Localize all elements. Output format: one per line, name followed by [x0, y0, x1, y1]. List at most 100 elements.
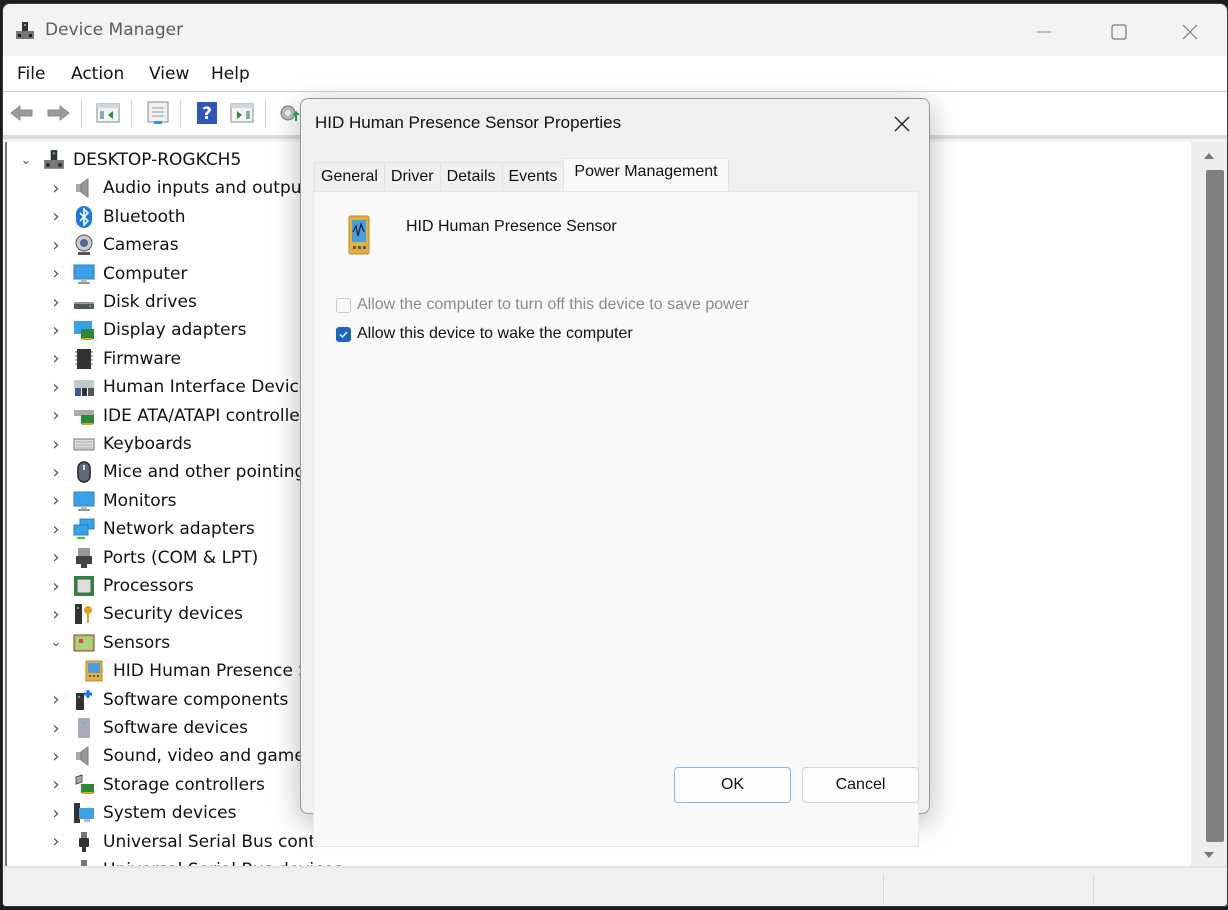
help-button[interactable]: ? — [194, 100, 220, 126]
scroll-down-arrow-icon[interactable] — [1204, 852, 1214, 858]
tree-category-item[interactable]: › Human Interface Devices — [49, 373, 318, 401]
chevron-right-icon[interactable]: › — [49, 803, 63, 824]
menu-view[interactable]: View — [149, 64, 189, 84]
tab-details[interactable]: Details — [439, 162, 503, 191]
toolbar-separator — [265, 100, 266, 128]
tab-driver[interactable]: Driver — [383, 162, 441, 191]
chevron-right-icon[interactable]: › — [49, 263, 63, 284]
presence-sensor-icon — [348, 215, 370, 255]
close-button[interactable] — [1167, 14, 1213, 50]
tree-item-label: Disk drives — [103, 292, 197, 312]
vertical-scrollbar[interactable] — [1191, 142, 1227, 867]
system-device-icon — [74, 803, 94, 824]
chevron-right-icon[interactable]: › — [49, 490, 63, 511]
title-bar: Device Manager — [3, 4, 1227, 56]
storage-controller-icon — [75, 774, 94, 794]
chevron-right-icon[interactable]: › — [49, 292, 63, 313]
chevron-right-icon[interactable]: › — [49, 235, 63, 256]
chip-icon — [75, 348, 93, 369]
chevron-right-icon[interactable]: › — [49, 576, 63, 597]
tree-category-item[interactable]: › Monitors — [49, 487, 176, 515]
tree-item-label: Network adapters — [103, 519, 255, 540]
computer-root-icon — [44, 150, 64, 169]
minimize-button[interactable] — [1021, 14, 1067, 50]
device-manager-icon — [16, 22, 34, 39]
tree-category-item[interactable]: › Processors — [49, 572, 193, 600]
webcam-icon — [75, 234, 93, 256]
forward-button[interactable] — [45, 100, 71, 126]
tree-item-label: Bluetooth — [103, 206, 186, 227]
chevron-right-icon[interactable]: › — [49, 206, 63, 227]
maximize-button[interactable] — [1096, 14, 1142, 50]
menu-action[interactable]: Action — [71, 64, 124, 84]
tree-item-label: Software devices — [103, 718, 249, 738]
tab-general[interactable]: General — [314, 162, 385, 191]
action-pane-icon — [230, 103, 254, 123]
dialog-title: HID Human Presence Sensor Properties — [315, 113, 622, 132]
tab-events[interactable]: Events — [501, 162, 565, 191]
chevron-right-icon[interactable]: › — [49, 689, 63, 710]
tab-power-management[interactable]: Power Management — [563, 158, 729, 191]
chevron-right-icon[interactable]: › — [49, 377, 63, 398]
scroll-up-arrow-icon[interactable] — [1204, 153, 1214, 159]
dialog-close-button[interactable] — [887, 109, 917, 139]
tree-category-item[interactable]: › Keyboards — [49, 430, 191, 458]
tree-category-item[interactable]: › Cameras — [49, 231, 179, 259]
chevron-right-icon[interactable]: › — [49, 462, 63, 483]
chevron-down-icon[interactable]: ⌄ — [49, 635, 63, 650]
tree-item-label: Human Interface Devices — [103, 377, 319, 398]
chevron-down-icon[interactable]: ⌄ — [19, 153, 33, 168]
tree-category-item[interactable]: › Display adapters — [49, 316, 246, 344]
properties-icon — [147, 101, 169, 124]
tree-category-item[interactable]: › Disk drives — [49, 288, 197, 316]
chevron-right-icon[interactable]: › — [49, 746, 63, 767]
console-tree-icon — [96, 103, 120, 123]
disk-drive-icon — [74, 302, 94, 309]
toolbar-separator — [180, 100, 181, 128]
toolbar-separator — [131, 100, 132, 128]
allow-wake-checkbox[interactable] — [336, 326, 351, 342]
scrollbar-thumb[interactable] — [1206, 170, 1224, 842]
chevron-right-icon[interactable]: › — [49, 831, 63, 852]
tree-category-item[interactable]: › Software devices — [49, 714, 248, 742]
menu-file[interactable]: File — [17, 64, 45, 84]
allow-turn-off-checkbox[interactable] — [336, 297, 351, 313]
tree-root[interactable]: ⌄ DESKTOP-ROGKCH5 — [19, 146, 242, 174]
chevron-right-icon[interactable]: › — [49, 434, 63, 455]
menu-help[interactable]: Help — [211, 64, 250, 84]
chevron-right-icon[interactable]: › — [49, 405, 63, 426]
tree-category-item[interactable]: › Storage controllers — [49, 771, 265, 799]
tree-category-item[interactable]: › Network adapters — [49, 515, 255, 543]
ok-button[interactable]: OK — [674, 767, 791, 803]
tree-category-item[interactable]: › IDE ATA/ATAPI controllers — [49, 402, 315, 430]
tree-category-item[interactable]: › Security devices — [49, 600, 243, 628]
show-action-pane-button[interactable] — [229, 100, 255, 126]
tree-category-item[interactable]: › Software components — [49, 686, 288, 714]
help-icon: ? — [197, 102, 217, 124]
chevron-right-icon[interactable]: › — [49, 519, 63, 540]
cancel-button[interactable]: Cancel — [802, 767, 919, 803]
back-button[interactable] — [9, 100, 35, 126]
tree-category-item[interactable]: › Audio inputs and outputs — [49, 174, 317, 202]
chevron-right-icon[interactable]: › — [49, 348, 63, 369]
tree-category-item[interactable]: › Ports (COM & LPT) — [49, 544, 258, 572]
presence-sensor-icon — [85, 660, 103, 682]
monitor-icon — [73, 491, 95, 511]
chevron-right-icon[interactable]: › — [49, 547, 63, 568]
tree-item-label: Software components — [103, 689, 289, 710]
tree-category-item[interactable]: › Bluetooth — [49, 203, 186, 231]
tree-category-item[interactable]: › Firmware — [49, 345, 181, 373]
chevron-right-icon[interactable]: › — [49, 320, 63, 341]
hid-icon — [74, 380, 94, 397]
tree-category-item[interactable]: › Computer — [49, 260, 187, 288]
show-hide-console-tree-button[interactable] — [95, 100, 121, 126]
tree-category-item[interactable]: › System devices — [49, 799, 236, 827]
chevron-right-icon[interactable]: › — [49, 604, 63, 625]
chevron-right-icon[interactable]: › — [49, 178, 63, 199]
properties-button[interactable] — [145, 100, 171, 126]
chevron-right-icon[interactable]: › — [49, 718, 63, 739]
keyboard-icon — [73, 438, 95, 451]
chevron-right-icon[interactable]: › — [49, 774, 63, 795]
tree-category-item[interactable]: ⌄ Sensors — [49, 629, 171, 657]
tree-item-label: Security devices — [103, 604, 243, 625]
